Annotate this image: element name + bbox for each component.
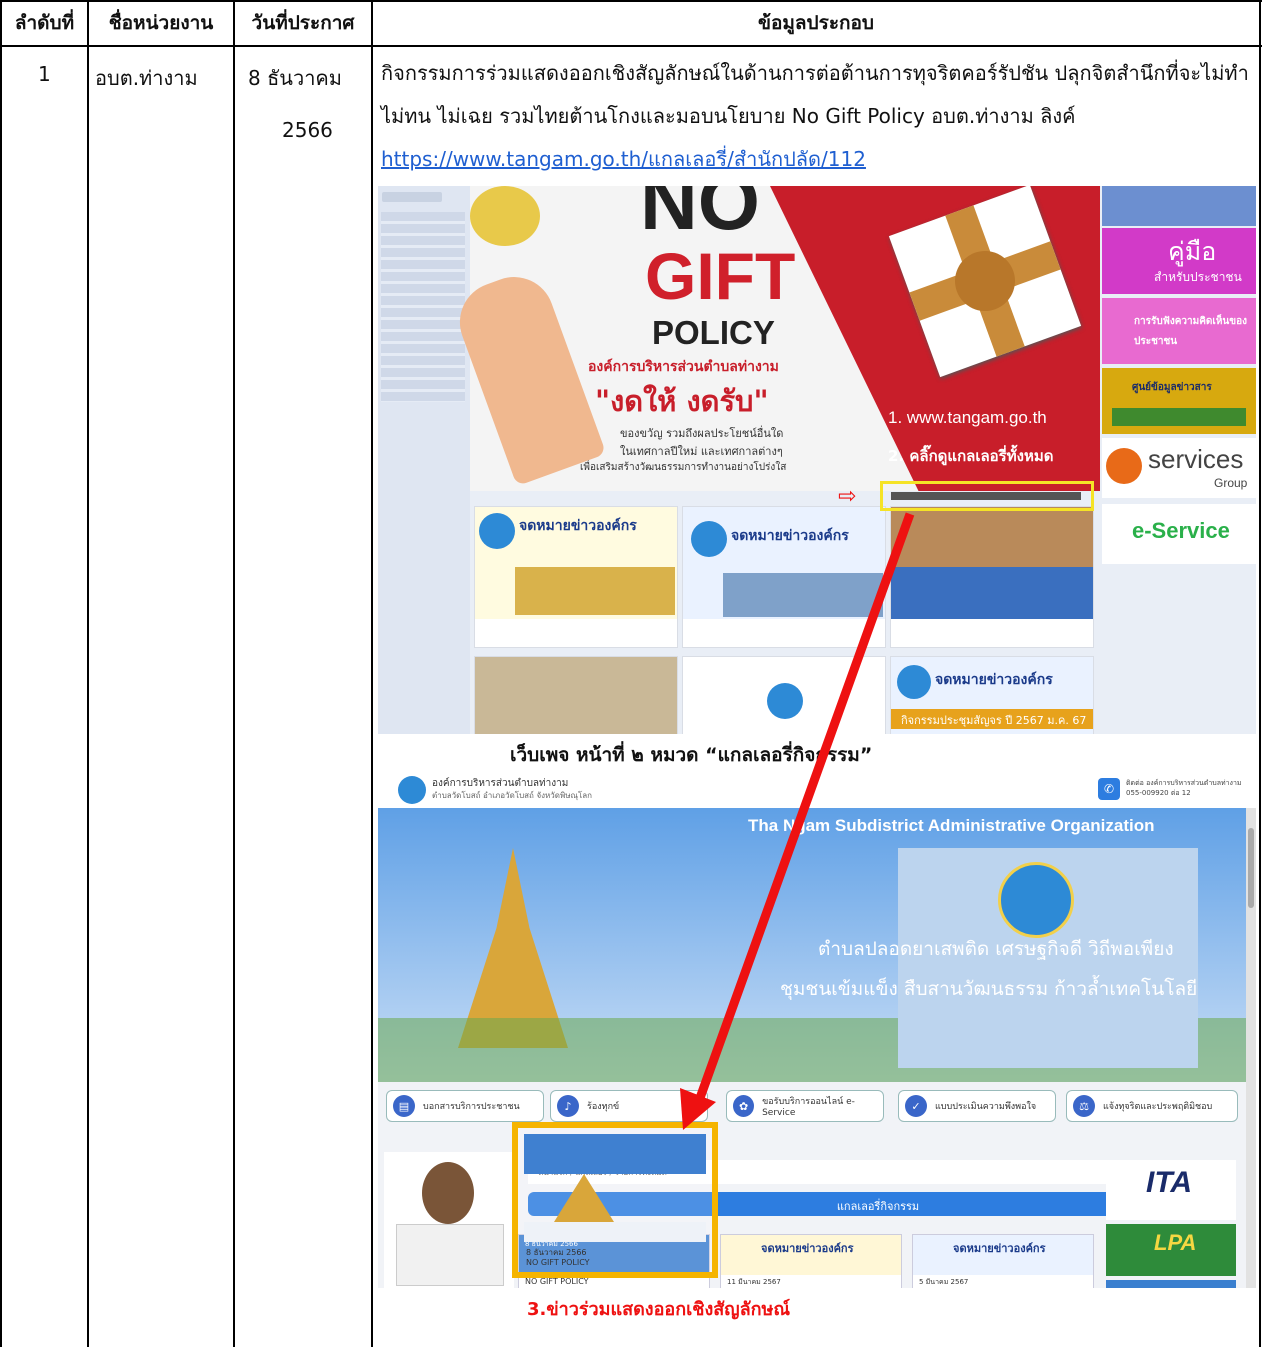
seal-icon (691, 521, 727, 557)
header-no: ลำดับที่ (14, 12, 75, 34)
row-no: 1 (38, 62, 51, 86)
news-card-4[interactable] (474, 656, 678, 734)
header-date: วันที่ประกาศ (251, 12, 355, 34)
side-eservice[interactable]: e-Service (1102, 504, 1256, 564)
header-agency: ชื่อหน่วยงาน (108, 12, 214, 34)
hand-icon (448, 265, 607, 487)
quick-eservice-button[interactable]: ✿ ขอรับบริการออนไลน์ e-Service (726, 1090, 884, 1122)
ita-badge[interactable]: ITA (1106, 1160, 1236, 1220)
row-detail: กิจกรรมการร่วมแสดงออกเชิงสัญลักษณ์ในด้าน… (381, 52, 1251, 181)
caption-news: 3.ข่าวร่วมแสดงออกเชิงสัญลักษณ์ (527, 1299, 791, 1320)
no-gift-card-highlight: 8 ธันวาคม 2566 NO GIFT POLICY (512, 1122, 718, 1278)
news-card-3[interactable] (890, 506, 1094, 648)
scale-icon: ⚖ (1073, 1095, 1095, 1117)
mayor-portrait (384, 1152, 514, 1288)
side-services[interactable]: services Group (1102, 438, 1256, 498)
seal-icon (767, 683, 803, 719)
poster-line2: ในเทศกาลปีใหม่ และเทศกาลต่างๆ (620, 445, 783, 458)
red-arrow-icon: ⇨ (838, 484, 857, 509)
services-logo-icon (1106, 448, 1142, 484)
screenshot-homepage: องค์การบริหารส่วนตำบลท่างาม ตำบลวัดโบสถ์… (378, 772, 1256, 1288)
quick-service-button[interactable]: ▤ บอกสารบริการประชาชน (386, 1090, 544, 1122)
places-badge[interactable] (1106, 1280, 1236, 1288)
col-border-3 (371, 0, 373, 1347)
news-card-2[interactable]: จดหมายข่าวองค์กร (682, 506, 886, 648)
screenshot-gallery-page: NO GIFT POLICY องค์การบริหารส่วนตำบลท่าง… (378, 186, 1256, 734)
poster-slogan: "งดให้ งดรับ" (595, 384, 769, 418)
bell-icon: ♪ (557, 1095, 579, 1117)
step2-label: 2. คลิ๊กดูแกลเลอรี่ทั้งหมด (888, 447, 1054, 465)
col-border-0 (0, 0, 2, 1347)
poster-line3: เพื่อเสริมสร้างวัฒนธรรมการทำงานอย่างโปร่… (580, 462, 787, 473)
emblem-icon (998, 862, 1074, 938)
eservice-icon: ✿ (733, 1095, 755, 1117)
gallery-button-highlight[interactable] (880, 481, 1094, 511)
row-agency: อบต.ท่างาม (95, 66, 198, 90)
mini-sidebar (378, 186, 470, 734)
side-listen[interactable]: การรับฟังความคิดเห็นของประชาชน (1102, 298, 1256, 364)
poster-org: องค์การบริหารส่วนตำบลท่างาม (588, 359, 779, 375)
poster-policy: POLICY (652, 314, 775, 351)
no-gift-poster: NO GIFT POLICY องค์การบริหารส่วนตำบลท่าง… (448, 186, 1100, 491)
poster-gift: GIFT (645, 239, 796, 313)
col-border-1 (87, 0, 89, 1347)
seal-icon (479, 513, 515, 549)
check-icon: ✓ (905, 1095, 927, 1117)
side-manual[interactable]: คู่มือ สำหรับประชาชน (1102, 228, 1256, 294)
header-bottom-border (0, 45, 1262, 47)
mini-banner: Tha Ngam Subdistrict Administrative Orga… (378, 808, 1246, 1082)
side-top-blue (1102, 186, 1256, 226)
news-card-5[interactable] (682, 656, 886, 734)
mini-header: องค์การบริหารส่วนตำบลท่างาม ตำบลวัดโบสถ์… (378, 772, 1256, 808)
news-card-6[interactable]: จดหมายข่าวองค์กร กิจกรรมประชุมสัญจร ปี 2… (890, 656, 1094, 734)
news-card-1[interactable]: จดหมายข่าวองค์กร (474, 506, 678, 648)
document-icon: ▤ (393, 1095, 415, 1117)
phone-icon: ✆ (1098, 778, 1120, 800)
poster-line1: ของขวัญ รวมถึงผลประโยชน์อื่นใด (620, 427, 784, 440)
gallery-card-2[interactable]: จดหมายข่าวองค์กร 11 มีนาคม 2567 (720, 1234, 902, 1288)
detail-text: กิจกรรมการร่วมแสดงออกเชิงสัญลักษณ์ในด้าน… (381, 61, 1249, 128)
quick-report-button[interactable]: ⚖ แจ้งทุจริตและประพฤติมิชอบ (1066, 1090, 1238, 1122)
quick-complaint-button[interactable]: ♪ ร้องทุกข์ (550, 1090, 708, 1122)
highlight-card-title: NO GIFT POLICY (526, 1258, 590, 1267)
quick-survey-button[interactable]: ✓ แบบประเมินความพึงพอใจ (898, 1090, 1056, 1122)
lpa-badge[interactable]: LPA (1106, 1224, 1236, 1276)
caption-gallery: เว็บเพจ หน้าที่ ๒ หมวด “แกลเลอรี่กิจกรรม… (510, 744, 873, 766)
step1-label: 1. www.tangam.go.th (888, 408, 1047, 427)
col-border-4 (1259, 0, 1261, 1347)
row-date-line2: 2566 (282, 118, 333, 142)
detail-link[interactable]: https://www.tangam.go.th/แกลเลอรี่/สำนัก… (381, 147, 866, 171)
scrollbar[interactable] (1246, 808, 1256, 1288)
gallery-card-3[interactable]: จดหมายข่าวองค์กร 5 มีนาคม 2567 (912, 1234, 1094, 1288)
col-border-2 (233, 0, 235, 1347)
row-date-line1: 8 ธันวาคม (248, 66, 342, 90)
seal-icon (897, 665, 931, 699)
header-detail: ข้อมูลประกอบ (757, 12, 874, 34)
org-logo-icon (398, 776, 426, 804)
seal-logo-icon (470, 186, 540, 246)
side-info[interactable]: ศูนย์ข้อมูลข่าวสาร (1102, 368, 1256, 434)
